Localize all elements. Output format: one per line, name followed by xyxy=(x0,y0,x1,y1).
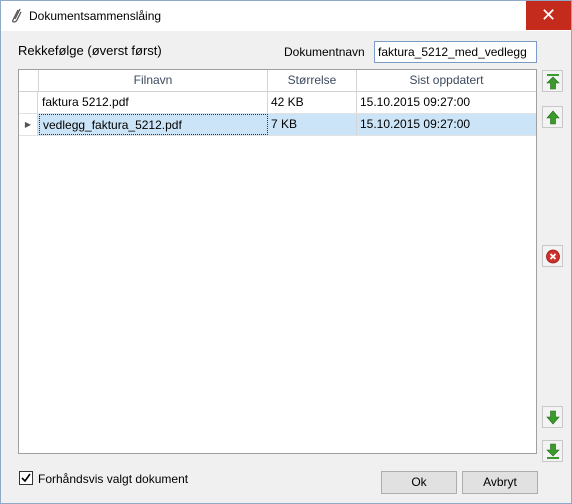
window-title: Dokumentsammenslåing xyxy=(29,9,162,23)
table-row[interactable]: faktura 5212.pdf 42 KB 15.10.2015 09:27:… xyxy=(19,92,536,114)
row-selected-arrow-icon[interactable]: ▶ xyxy=(19,114,38,135)
table-row-selected[interactable]: ▶ vedlegg_faktura_5212.pdf 7 KB 15.10.20… xyxy=(19,114,536,136)
cell-updated[interactable]: 15.10.2015 09:27:00 xyxy=(357,114,536,135)
cell-updated[interactable]: 15.10.2015 09:27:00 xyxy=(357,92,536,113)
dialog-body: Rekkefølge (øverst først) Dokumentnavn F… xyxy=(1,31,571,503)
preview-checkbox-label[interactable]: Forhåndsvis valgt dokument xyxy=(38,472,188,486)
title-bar: Dokumentsammenslåing ✕ xyxy=(1,1,571,31)
move-down-button[interactable] xyxy=(542,406,563,428)
cell-filename[interactable]: faktura 5212.pdf xyxy=(39,92,268,113)
move-down-icon xyxy=(546,410,560,425)
remove-icon xyxy=(546,249,560,264)
preview-checkbox[interactable] xyxy=(19,471,33,485)
move-to-bottom-button[interactable] xyxy=(542,440,563,462)
grid-header: Filnavn Størrelse Sist oppdatert xyxy=(19,70,536,92)
row-header[interactable] xyxy=(19,92,38,113)
cell-size[interactable]: 7 KB xyxy=(268,114,357,135)
order-label: Rekkefølge (øverst først) xyxy=(18,43,162,58)
row-header-corner xyxy=(19,70,39,92)
cancel-button[interactable]: Avbryt xyxy=(462,471,538,494)
file-grid: Filnavn Størrelse Sist oppdatert faktura… xyxy=(18,69,537,454)
document-name-label: Dokumentnavn xyxy=(284,45,365,59)
move-to-top-button[interactable] xyxy=(542,70,563,92)
move-to-bottom-icon xyxy=(546,443,560,459)
merge-dialog: Dokumentsammenslåing ✕ Rekkefølge (øvers… xyxy=(0,0,572,504)
ok-button[interactable]: Ok xyxy=(381,471,457,494)
column-header-updated[interactable]: Sist oppdatert xyxy=(357,70,536,92)
move-up-button[interactable] xyxy=(542,106,563,128)
move-up-icon xyxy=(546,110,560,125)
paperclip-icon xyxy=(9,8,23,24)
close-icon: ✕ xyxy=(540,5,557,25)
close-button[interactable]: ✕ xyxy=(526,1,571,30)
column-header-size[interactable]: Størrelse xyxy=(268,70,357,92)
cell-filename[interactable]: vedlegg_faktura_5212.pdf xyxy=(39,114,268,135)
column-header-filename[interactable]: Filnavn xyxy=(39,70,268,92)
cell-size[interactable]: 42 KB xyxy=(268,92,357,113)
checkmark-icon xyxy=(21,473,31,483)
document-name-input[interactable] xyxy=(374,41,537,63)
remove-button[interactable] xyxy=(542,245,563,267)
move-to-top-icon xyxy=(546,74,560,90)
